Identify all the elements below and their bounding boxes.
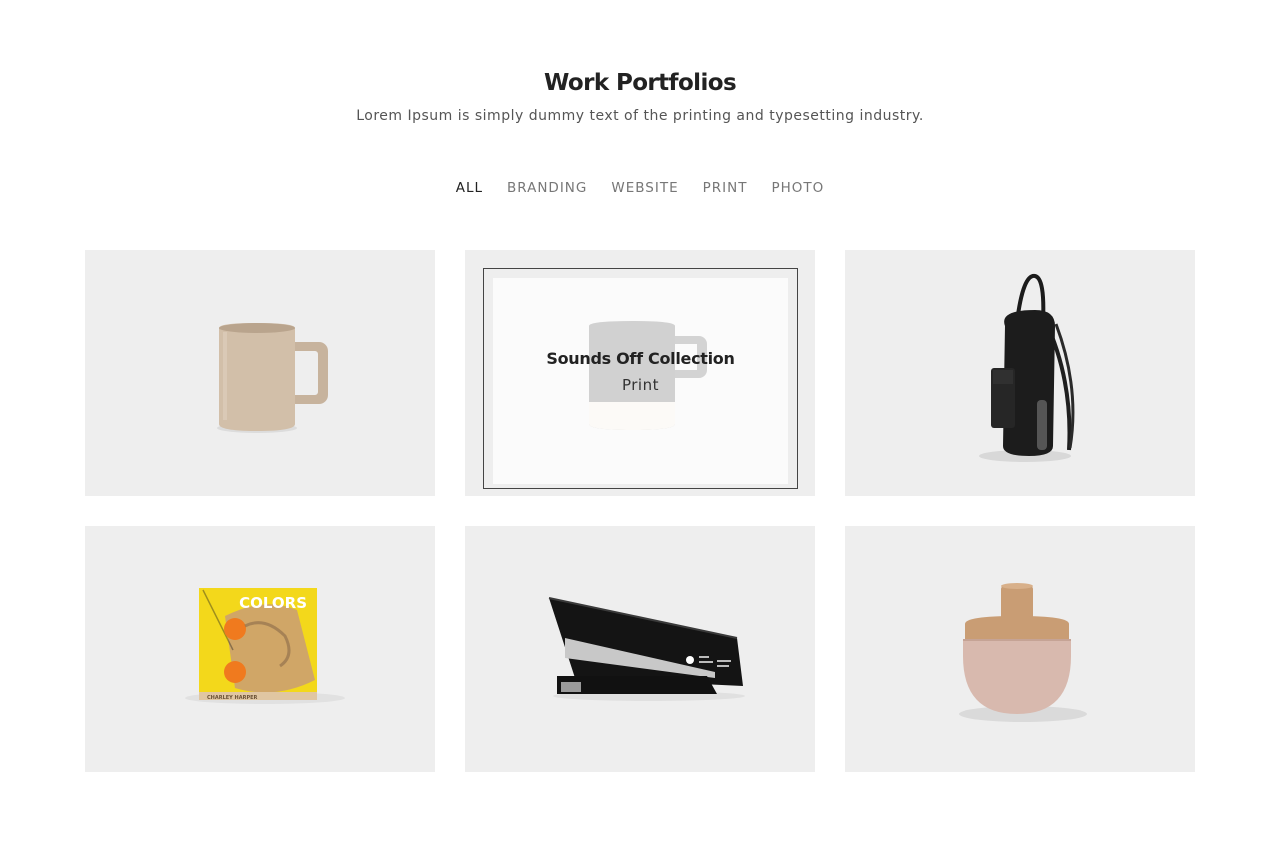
portfolio-grid: Sounds Off Collection Print COLORS CHARL… [85,250,1195,772]
beige-mug-image [217,323,328,433]
filter-print[interactable]: PRINT [703,180,748,196]
filter-photo[interactable]: PHOTO [771,180,824,196]
colors-book-image: COLORS CHARLEY HARPER [185,588,345,704]
portfolio-item-cork-jar[interactable] [845,526,1195,772]
page-subtitle: Lorem Ipsum is simply dummy text of the … [356,108,924,124]
black-stapler-image [548,597,745,701]
filter-all[interactable]: ALL [456,180,483,196]
black-backpack-image [979,274,1075,462]
portfolio-item-category: Print [621,375,659,394]
portfolio-item-colors-book[interactable]: COLORS CHARLEY HARPER [85,526,435,772]
portfolio-item-grey-mug[interactable]: Sounds Off Collection Print [465,250,815,496]
hover-overlay: Sounds Off Collection Print [483,268,798,489]
cork-jar-image [959,583,1087,722]
filter-branding[interactable]: BRANDING [507,180,587,196]
portfolio-item-title[interactable]: Sounds Off Collection [546,349,735,368]
portfolio-item-beige-mug[interactable] [85,250,435,496]
portfolio-filter-nav: ALL BRANDING WEBSITE PRINT PHOTO [0,180,1280,196]
page-title: Work Portfolios [543,70,737,96]
book-cover-title: COLORS [239,594,307,612]
portfolio-item-black-stapler[interactable] [465,526,815,772]
book-author: CHARLEY HARPER [207,695,258,701]
filter-website[interactable]: WEBSITE [611,180,678,196]
hover-overlay-content: Sounds Off Collection Print [493,278,788,484]
portfolio-item-black-backpack[interactable] [845,250,1195,496]
section-header: Work Portfolios Lorem Ipsum is simply du… [0,70,1280,124]
